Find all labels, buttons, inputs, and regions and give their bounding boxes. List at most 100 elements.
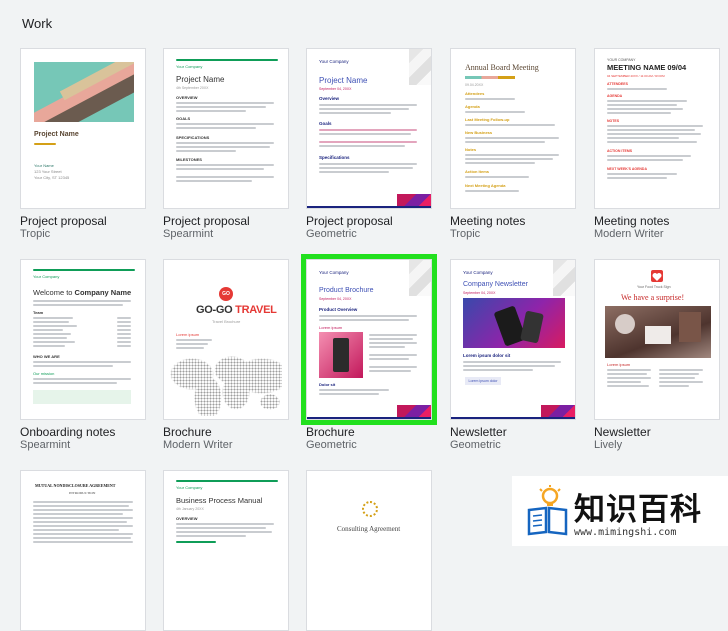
template-name: Onboarding notes bbox=[20, 425, 116, 439]
preview-company: Your Company bbox=[176, 485, 203, 490]
template-card-project-proposal-geometric[interactable]: Your Company Project Name September 04, … bbox=[306, 48, 432, 240]
preview-title: MUTUAL NONDISCLOSURE AGREEMENT bbox=[35, 483, 116, 488]
preview-company: YOUR COMPANY bbox=[607, 58, 636, 62]
template-card-meeting-notes-tropic[interactable]: Annual Board Meeting 09.04.20XX Attendee… bbox=[450, 48, 576, 240]
newsletter-photo bbox=[605, 306, 711, 358]
preview-title: Project Name bbox=[34, 131, 79, 138]
preview-date: 4th January 20XX bbox=[176, 507, 204, 511]
template-preview: MUTUAL NONDISCLOSURE AGREEMENT INTRODUCT… bbox=[20, 470, 146, 631]
template-card-newsletter-geometric[interactable]: Your Company Company Newsletter Septembe… bbox=[450, 259, 576, 451]
preview-heading: Last Meeting Follow-up bbox=[465, 117, 510, 122]
template-card-meeting-notes-modern-writer[interactable]: YOUR COMPANY MEETING NAME 09/04 04 SEPTE… bbox=[594, 48, 720, 240]
template-card-consulting-agreement[interactable]: Consulting Agreement bbox=[306, 470, 432, 631]
preview-sub: Your City, ST 12345 bbox=[34, 175, 70, 180]
template-name: Project proposal bbox=[163, 214, 250, 228]
preview-heading: Specifications bbox=[319, 155, 350, 160]
template-card-project-proposal-spearmint[interactable]: Your Company Project Name 4th September … bbox=[163, 48, 289, 240]
product-image bbox=[319, 332, 363, 378]
template-style: Geometric bbox=[306, 228, 357, 240]
template-style: Spearmint bbox=[163, 228, 214, 240]
preview-brand: Your Food Truck Sign bbox=[637, 285, 671, 289]
preview-heading: Notes bbox=[465, 147, 477, 152]
preview-heading: Lorem ipsum bbox=[607, 362, 631, 367]
template-name: Brochure bbox=[306, 425, 355, 439]
preview-company: Your Company bbox=[176, 64, 203, 69]
preview-heading: Overview bbox=[319, 96, 340, 101]
template-card-nondisclosure[interactable]: MUTUAL NONDISCLOSURE AGREEMENT INTRODUCT… bbox=[20, 470, 146, 631]
preview-title: Project Name bbox=[319, 76, 368, 85]
preview-heading: SPECIFICATIONS bbox=[176, 135, 210, 140]
template-card-newsletter-lively[interactable]: Your Food Truck Sign We have a surprise!… bbox=[594, 259, 720, 451]
heart-icon bbox=[651, 270, 663, 282]
preview-heading: Dolor sit bbox=[319, 382, 336, 387]
preview-heading: ATTENDEES bbox=[607, 82, 628, 86]
preview-heading: Lorem ipsum dolor sit bbox=[463, 353, 511, 358]
template-name: Project proposal bbox=[306, 214, 393, 228]
preview-heading: NOTES bbox=[607, 119, 620, 123]
preview-heading: Product Overview bbox=[319, 307, 358, 312]
preview-company: Your Company bbox=[319, 270, 349, 275]
preview-title: Annual Board Meeting bbox=[465, 63, 539, 72]
template-preview: Consulting Agreement bbox=[306, 470, 432, 631]
watermark-text: 知识百科 bbox=[574, 492, 702, 528]
preview-title: We have a surprise! bbox=[621, 293, 685, 302]
template-style: Geometric bbox=[306, 439, 357, 451]
preview-heading: New Business bbox=[465, 130, 493, 135]
preview-title: Welcome to Company Name bbox=[33, 288, 132, 297]
template-card-brochure-modern-writer[interactable]: GO GO-GO TRAVEL Travel Brochure Lorem ip… bbox=[163, 259, 289, 451]
preview-title: Business Process Manual bbox=[176, 496, 263, 505]
preview-heading: NEXT WEEK'S AGENDA bbox=[607, 167, 647, 171]
preview-heading: Attendees bbox=[465, 91, 485, 96]
preview-company: Your Company bbox=[463, 270, 493, 275]
newsletter-button: Lorem ipsum dolor bbox=[465, 377, 501, 385]
template-preview: Annual Board Meeting 09.04.20XX Attendee… bbox=[450, 48, 576, 209]
template-preview: Your Company Project Name 4th September … bbox=[163, 48, 289, 209]
template-preview: Your Food Truck Sign We have a surprise!… bbox=[594, 259, 720, 420]
template-preview: Your Company Business Process Manual 4th… bbox=[163, 470, 289, 631]
preview-date: 4th September 20XX bbox=[176, 86, 209, 90]
preview-title: Company Newsletter bbox=[463, 281, 528, 288]
preview-heading: AGENDA bbox=[607, 94, 623, 98]
template-style: Tropic bbox=[450, 228, 481, 240]
template-name: Meeting notes bbox=[594, 214, 670, 228]
preview-date: 09.04.20XX bbox=[465, 83, 484, 87]
preview-heading: Our mission bbox=[33, 371, 55, 376]
preview-title: Product Brochure bbox=[319, 287, 374, 294]
preview-sub: 123 Your Street bbox=[34, 169, 62, 174]
preview-heading: Goals bbox=[319, 121, 332, 126]
preview-heading: Lorem ipsum bbox=[319, 325, 343, 330]
preview-company: Your Company bbox=[33, 274, 60, 279]
template-name: Newsletter bbox=[450, 425, 507, 439]
preview-sub: Travel Brochure bbox=[212, 319, 241, 324]
template-preview-selected: Your Company Product Brochure September … bbox=[301, 254, 437, 425]
template-name: Newsletter bbox=[594, 425, 651, 439]
preview-heading: ACTION ITEMS bbox=[607, 149, 633, 153]
preview-heading: MILESTONES bbox=[176, 157, 202, 162]
preview-title: Consulting Agreement bbox=[337, 525, 401, 533]
template-card-brochure-geometric[interactable]: Your Company Product Brochure September … bbox=[301, 254, 437, 451]
preview-date: 04 SEPTEMBER 20XX / 11:00 AM / ROOM bbox=[607, 74, 665, 78]
preview-heading: GOALS bbox=[176, 116, 191, 121]
book-lightbulb-icon bbox=[526, 484, 568, 536]
template-style: Tropic bbox=[20, 228, 51, 240]
template-preview: YOUR COMPANY MEETING NAME 09/04 04 SEPTE… bbox=[594, 48, 720, 209]
template-style: Lively bbox=[594, 439, 623, 451]
preview-sub: Your Name bbox=[34, 163, 54, 168]
template-card-onboarding-notes-spearmint[interactable]: Your Company Welcome to Company Name Tea… bbox=[20, 259, 146, 451]
preview-brand: GO-GO TRAVEL bbox=[196, 304, 277, 316]
preview-heading: WHO WE ARE bbox=[33, 354, 60, 359]
preview-heading: Lorem ipsum bbox=[176, 332, 200, 337]
preview-company: Your Company bbox=[319, 59, 349, 64]
preview-heading: OVERVIEW bbox=[176, 516, 198, 521]
preview-heading: Team bbox=[33, 310, 44, 315]
tropic-artwork bbox=[34, 62, 134, 122]
template-preview: Project Name Your Name 123 Your Street Y… bbox=[20, 48, 146, 209]
preview-sub: INTRODUCTION bbox=[69, 491, 96, 495]
template-card-business-process-manual[interactable]: Your Company Business Process Manual 4th… bbox=[163, 470, 289, 631]
template-card-project-proposal-tropic[interactable]: Project Name Your Name 123 Your Street Y… bbox=[20, 48, 146, 240]
preview-heading: Action Items bbox=[465, 169, 490, 174]
template-style: Modern Writer bbox=[163, 439, 233, 451]
ornament-icon bbox=[362, 501, 378, 517]
template-style: Geometric bbox=[450, 439, 501, 451]
template-name: Project proposal bbox=[20, 214, 107, 228]
